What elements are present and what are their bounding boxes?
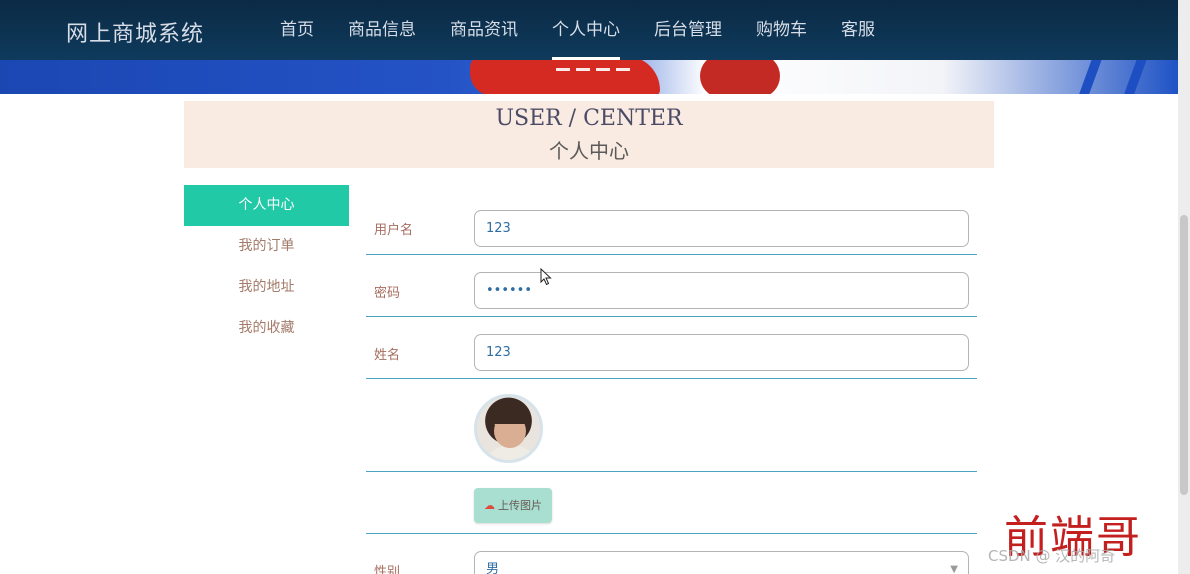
banner-stripe	[1121, 60, 1149, 94]
gender-label: 性别	[374, 565, 401, 574]
form-row-avatar	[366, 379, 977, 472]
watermark-text: CSDN @ 汉的阿奇	[988, 547, 1116, 565]
upload-image-button[interactable]: ☁ 上传图片	[474, 488, 552, 523]
form-row-password: 密码 ••••••	[366, 255, 977, 317]
page: 网上商城系统 首页 商品信息 商品资讯 个人中心 后台管理 购物车 客服 USE…	[0, 0, 1190, 574]
banner-image	[0, 60, 1178, 94]
scrollbar-thumb[interactable]	[1180, 215, 1188, 495]
name-input[interactable]: 123	[474, 334, 969, 371]
nav-products[interactable]: 商品信息	[348, 0, 416, 60]
carousel-indicators	[556, 68, 630, 71]
chevron-down-icon: ▼	[950, 564, 958, 574]
form-row-name: 姓名 123	[366, 317, 977, 379]
name-label: 姓名	[374, 348, 401, 363]
title-chinese: 个人中心	[549, 139, 629, 163]
main-nav: 首页 商品信息 商品资讯 个人中心 后台管理 购物车 客服	[280, 0, 909, 60]
carousel-dot[interactable]	[556, 68, 570, 71]
nav-admin[interactable]: 后台管理	[654, 0, 722, 60]
top-navbar: 网上商城系统 首页 商品信息 商品资讯 个人中心 后台管理 购物车 客服	[0, 0, 1190, 60]
sidebar-item-favorites[interactable]: 我的收藏	[184, 308, 349, 349]
sidebar-item-orders[interactable]: 我的订单	[184, 226, 349, 267]
gender-select[interactable]: 男 ▼	[474, 551, 969, 574]
banner-shape	[470, 60, 660, 94]
upload-label: 上传图片	[498, 499, 542, 512]
carousel-dot[interactable]	[576, 68, 590, 71]
avatar-hair	[489, 404, 531, 424]
username-input[interactable]: 123	[474, 210, 969, 247]
title-english: USER / CENTER	[495, 106, 683, 131]
password-label: 密码	[374, 286, 401, 301]
nav-cart[interactable]: 购物车	[756, 0, 807, 60]
username-label: 用户名	[374, 223, 414, 238]
nav-home[interactable]: 首页	[280, 0, 314, 60]
form-row-upload: ☁ 上传图片	[366, 472, 977, 534]
form-row-username: 用户名 123	[366, 195, 977, 255]
cloud-upload-icon: ☁	[484, 499, 495, 512]
carousel-dot[interactable]	[596, 68, 610, 71]
mouse-cursor-icon	[540, 268, 552, 286]
form-row-gender: 性别 男 ▼	[366, 534, 977, 574]
sidebar-menu: 个人中心 我的订单 我的地址 我的收藏	[184, 185, 349, 349]
nav-service[interactable]: 客服	[841, 0, 875, 60]
sidebar-item-address[interactable]: 我的地址	[184, 267, 349, 308]
nav-news[interactable]: 商品资讯	[450, 0, 518, 60]
avatar-image	[474, 394, 543, 463]
carousel-dot[interactable]	[616, 68, 630, 71]
section-title: USER / CENTER 个人中心	[184, 101, 994, 168]
nav-user-center[interactable]: 个人中心	[552, 0, 620, 60]
sidebar-item-user-center[interactable]: 个人中心	[184, 185, 349, 226]
gender-value: 男	[486, 562, 500, 574]
banner-stripe	[1076, 60, 1104, 94]
banner-shape	[700, 60, 780, 94]
site-logo[interactable]: 网上商城系统	[66, 16, 204, 48]
